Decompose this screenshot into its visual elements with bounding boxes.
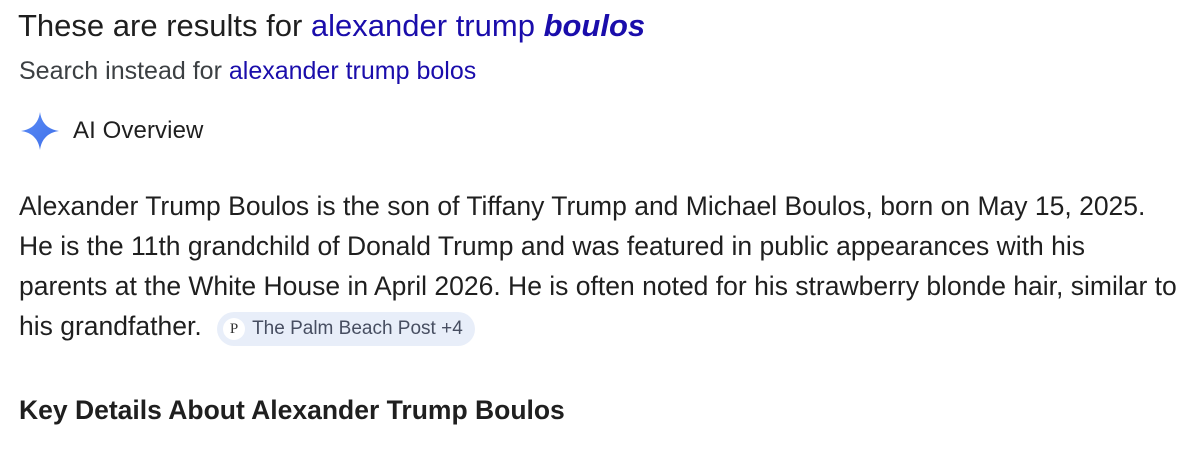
spelling-correction: These are results for alexander trump bo… — [18, 6, 645, 46]
citation-chip[interactable]: P The Palm Beach Post +4 — [217, 312, 475, 346]
key-details-heading: Key Details About Alexander Trump Boulos — [19, 395, 565, 425]
search-instead-prefix: Search instead for — [19, 57, 222, 85]
ai-overview-text: Alexander Trump Boulos is the son of Tif… — [19, 186, 1179, 346]
search-instead: Search instead for alexander trump bolos — [19, 54, 476, 88]
palm-beach-post-favicon-icon: P — [223, 318, 246, 340]
original-query-link[interactable]: alexander trump bolos — [229, 57, 476, 85]
corrected-query-link[interactable]: alexander trump boulos — [311, 8, 645, 43]
ai-overview-header: AI Overview — [20, 111, 203, 151]
ai-overview-paragraph: Alexander Trump Boulos is the son of Tif… — [19, 191, 1177, 341]
sparkle-icon — [21, 112, 59, 150]
spelling-prefix: These are results for — [18, 8, 303, 43]
ai-overview-label: AI Overview — [73, 117, 204, 144]
corrected-query-normal: alexander trump — [310, 8, 535, 43]
corrected-query-emphasis: boulos — [543, 8, 646, 43]
citation-source: The Palm Beach Post +4 — [252, 318, 463, 339]
